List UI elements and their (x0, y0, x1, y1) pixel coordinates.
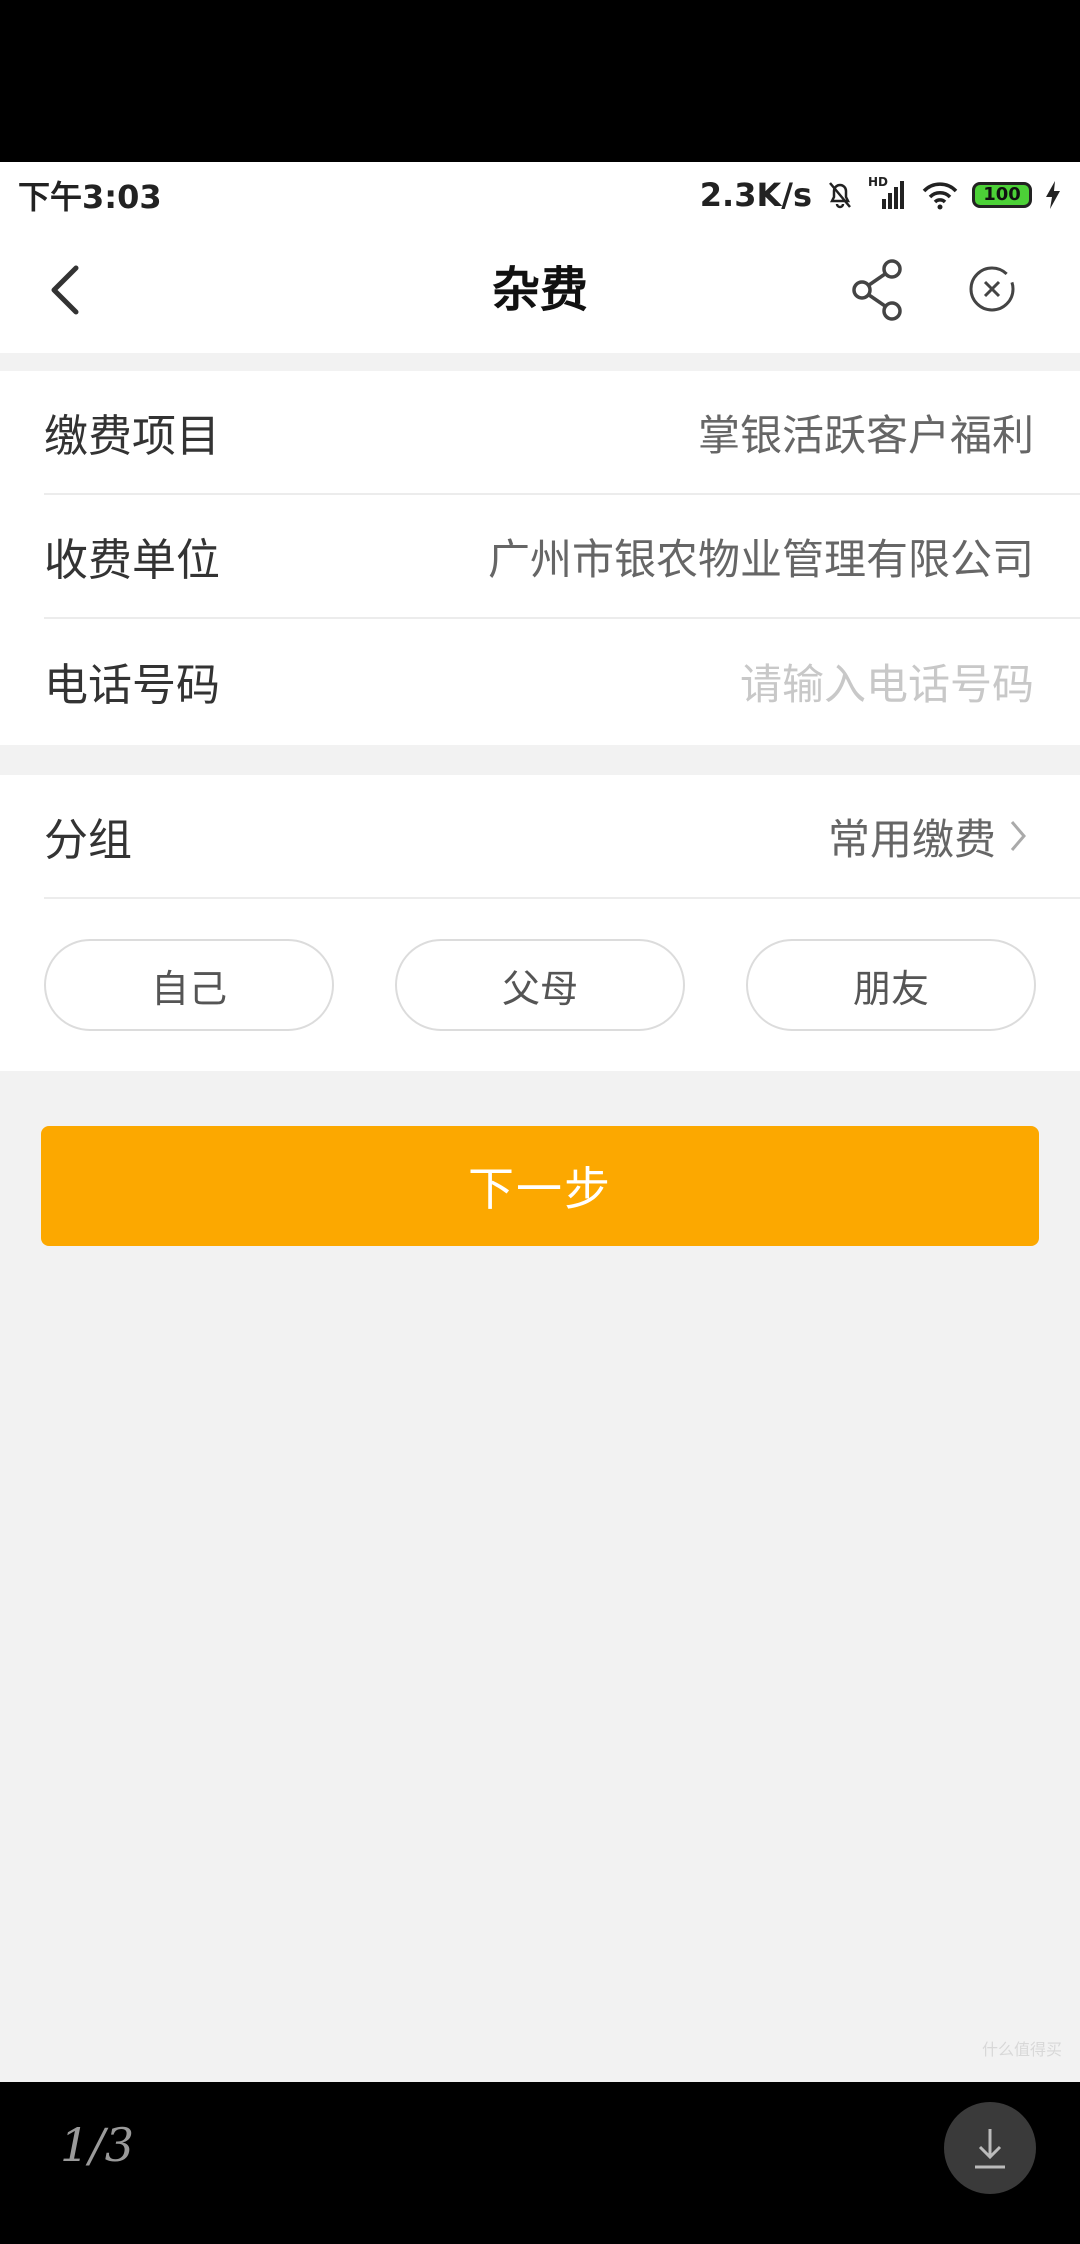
status-time: 下午3:03 (18, 177, 162, 216)
payee-row: 收费单位 广州市银农物业管理有限公司 (44, 495, 1080, 619)
phone-label: 电话号码 (44, 660, 220, 711)
nav-bar: 杂费 (0, 227, 1080, 353)
wifi-icon (920, 179, 960, 211)
page-indicator: 1/3 (60, 2118, 135, 2172)
share-button[interactable] (848, 257, 908, 323)
close-circle-icon (969, 266, 1015, 312)
page-title: 杂费 (491, 262, 588, 318)
top-black-bar (0, 0, 1080, 162)
payment-item-value: 掌银活跃客户福利 (697, 410, 1034, 460)
group-selector: 常用缴费 (828, 806, 1030, 867)
battery-level: 100 (983, 184, 1021, 205)
chip-parents[interactable]: 父母 (395, 939, 685, 1031)
net-speed: 2.3K/s (699, 175, 812, 214)
group-value: 常用缴费 (827, 814, 996, 864)
back-arrow-icon (51, 265, 79, 315)
phone-row[interactable]: 电话号码 请输入电话号码 (44, 619, 1080, 743)
bell-muted-icon (824, 179, 856, 211)
download-icon (975, 2129, 1005, 2169)
chip-self[interactable]: 自己 (44, 939, 334, 1031)
chevron-right-icon (1010, 821, 1026, 851)
payee-value: 广州市银农物业管理有限公司 (487, 534, 1034, 584)
payee-label: 收费单位 (44, 535, 220, 586)
group-row[interactable]: 分组 常用缴费 (44, 775, 1080, 899)
payment-info-card: 缴费项目 掌银活跃客户福利 收费单位 广州市银农物业管理有限公司 电话号码 请输… (0, 371, 1080, 745)
status-bar: 下午3:03 2.3K/s HD 100 (0, 162, 1080, 227)
group-card: 分组 常用缴费 自己 父母 朋友 (0, 775, 1080, 1071)
bottom-black-bar (0, 2082, 1080, 2244)
share-icon (852, 259, 902, 321)
phone-input[interactable]: 请输入电话号码 (740, 651, 1034, 712)
chip-friends[interactable]: 朋友 (746, 939, 1036, 1031)
group-chips: 自己 父母 朋友 (44, 939, 1036, 1031)
battery-icon: 100 (972, 181, 1032, 208)
charging-icon (1044, 180, 1062, 210)
download-button[interactable] (944, 2102, 1036, 2194)
back-button[interactable] (40, 260, 100, 320)
watermark: 什么值得买 (981, 2040, 1062, 2059)
payment-item-label: 缴费项目 (44, 411, 220, 462)
next-step-button[interactable]: 下一步 (41, 1126, 1039, 1246)
status-icons: 2.3K/s HD 100 (699, 175, 1062, 214)
cell-signal-icon: HD (868, 175, 908, 211)
payment-item-row: 缴费项目 掌银活跃客户福利 (44, 371, 1080, 495)
group-label: 分组 (44, 815, 132, 866)
close-button[interactable] (962, 255, 1022, 323)
